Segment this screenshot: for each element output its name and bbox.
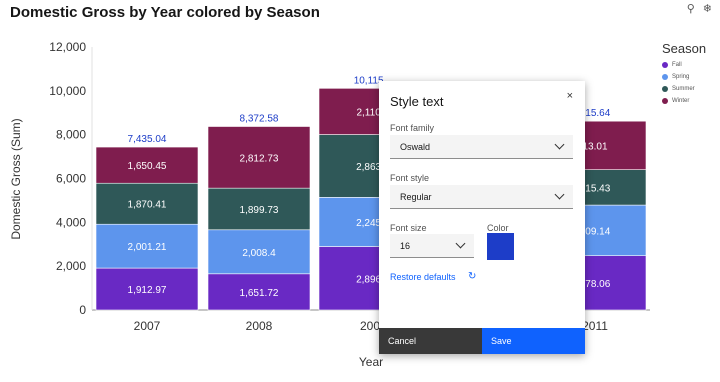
panel-title: Style text: [390, 94, 444, 109]
total-label: 8,372.58: [240, 114, 279, 125]
stacked-bar-chart: 0 2,000 4,000 6,000 8,000 10,000 12,000 Domesti…: [9, 40, 650, 369]
chevron-down-icon: [554, 189, 565, 200]
legend-title: Season: [662, 41, 707, 56]
y-tick-label: 8,000: [56, 128, 86, 142]
font-style-select[interactable]: Regular: [390, 185, 573, 209]
data-label: 2,008.4: [242, 248, 276, 259]
x-tick-label: 2011: [582, 319, 608, 333]
data-label: 1,912.97: [128, 285, 167, 296]
y-tick-label: 10,000: [49, 84, 86, 98]
legend-label: Fall: [672, 62, 682, 68]
color-label: Color: [487, 223, 509, 233]
legend-item[interactable]: Fall: [662, 59, 706, 71]
data-label: 2,812.73: [240, 153, 279, 164]
legend: Season Fall Spring Summer Winter: [662, 41, 706, 107]
y-tick-label: 12,000: [49, 40, 86, 54]
restore-icon[interactable]: ↻: [468, 271, 476, 282]
font-family-select[interactable]: Oswald: [390, 135, 573, 159]
cancel-button[interactable]: Cancel: [379, 328, 482, 354]
font-size-select[interactable]: 16: [390, 234, 474, 258]
data-label: 1,870.41: [128, 200, 167, 211]
y-tick-label: 0: [79, 303, 86, 317]
font-style-label: Font style: [390, 173, 430, 183]
legend-label: Spring: [672, 74, 690, 80]
y-tick-label: 4,000: [56, 215, 86, 229]
data-label: 1,651.72: [240, 288, 279, 299]
legend-label: Summer: [672, 86, 695, 92]
y-axis-label: Domestic Gross (Sum): [9, 118, 23, 239]
color-swatch[interactable]: [487, 233, 514, 260]
x-tick-label: 200: [360, 319, 380, 333]
x-tick-label: 2007: [134, 319, 161, 333]
data-label: 1,650.45: [128, 161, 167, 172]
font-family-value: Oswald: [400, 141, 431, 152]
legend-item[interactable]: Spring: [662, 71, 706, 83]
legend-item[interactable]: Winter: [662, 95, 706, 107]
legend-label: Winter: [672, 98, 690, 104]
style-text-panel: Style text × Font family Oswald Font sty…: [379, 81, 585, 354]
font-size-label: Font size: [390, 223, 427, 233]
x-axis-label: Year: [359, 355, 383, 369]
chevron-down-icon: [554, 139, 565, 150]
legend-swatch: [662, 86, 668, 92]
restore-defaults-link[interactable]: Restore defaults: [390, 272, 456, 282]
legend-swatch: [662, 74, 668, 80]
font-family-label: Font family: [390, 123, 435, 133]
y-tick-label: 6,000: [56, 172, 86, 186]
x-tick-label: 2008: [246, 319, 273, 333]
save-button[interactable]: Save: [482, 328, 585, 354]
data-label: 2,001.21: [128, 242, 167, 253]
close-icon[interactable]: ×: [567, 90, 573, 102]
font-size-value: 16: [400, 240, 411, 251]
legend-item[interactable]: Summer: [662, 83, 706, 95]
font-style-value: Regular: [400, 191, 432, 202]
data-label: 13.01: [582, 141, 607, 152]
legend-swatch: [662, 98, 668, 104]
y-tick-label: 2,000: [56, 259, 86, 273]
chevron-down-icon: [455, 238, 466, 249]
total-label: 7,435.04: [128, 134, 167, 145]
legend-swatch: [662, 62, 668, 68]
data-label: 1,899.73: [240, 205, 279, 216]
